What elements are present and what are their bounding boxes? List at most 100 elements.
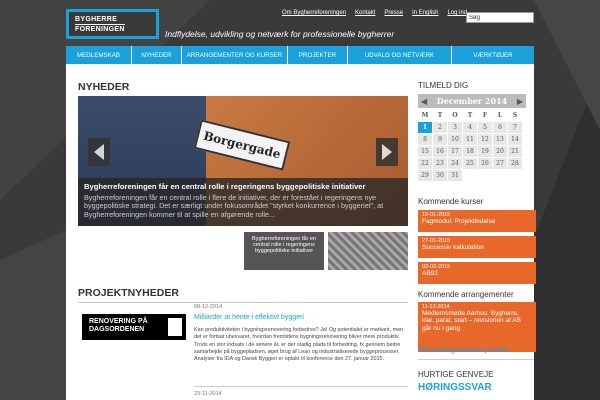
calendar-day[interactable]: 13	[493, 134, 507, 145]
course-title: Fagmodul: Projektledelse	[422, 218, 496, 225]
divider	[418, 359, 534, 360]
calendar-day[interactable]: 29	[418, 170, 432, 181]
calendar-day[interactable]: 20	[493, 146, 507, 157]
course-item[interactable]: 27-01-2015 Successiv kalkulation	[418, 236, 536, 258]
logo-line1: BYGHERRE	[75, 16, 118, 23]
top-link-english[interactable]: In English	[412, 10, 438, 16]
calendar-weekday: M	[418, 110, 432, 121]
calendar-day[interactable]: 9	[433, 134, 447, 145]
calendar-weekday: T	[463, 110, 477, 121]
calendar-day[interactable]: 23	[433, 158, 447, 169]
calendar-day[interactable]: 6	[493, 122, 507, 133]
calendar-day[interactable]: 22	[418, 158, 432, 169]
slider-prev-button[interactable]	[88, 138, 110, 166]
nav-item-tools[interactable]: VÆRKTØJER	[452, 46, 534, 64]
top-link-about[interactable]: Om Bygherreforeningen	[282, 10, 346, 16]
quick-links-heading: HURTIGE GENVEJE	[418, 370, 494, 379]
calendar-day[interactable]: 10	[448, 134, 462, 145]
courses-heading: Kommende kurser	[418, 197, 484, 206]
calendar-day[interactable]: 17	[448, 146, 462, 157]
course-item[interactable]: 19-01-2015 Fagmodul: Projektledelse	[418, 210, 536, 232]
calendar-weekday: L	[493, 110, 507, 121]
project-news-heading: PROJEKTNYHEDER	[78, 287, 179, 299]
project-date: 08-12-2014	[194, 304, 223, 310]
calendar-day[interactable]: 5	[478, 122, 492, 133]
news-slider[interactable]: Borgergade Bygherreforeningen får en cen…	[78, 96, 408, 226]
calendar-day[interactable]: 12	[478, 134, 492, 145]
calendar-day[interactable]: 31	[448, 170, 462, 181]
calendar: ◀ December 2014 ▶ M T O T F L S 1 2 3 4 5 6 7 8 9 10 11 12…	[418, 94, 526, 190]
main-nav: MEDLEMSKAB NYHEDER ARRANGEMENTER OG KURS…	[66, 46, 534, 64]
calendar-day[interactable]: 14	[508, 134, 522, 145]
course-item[interactable]: 03-03-2015 AB92	[418, 262, 536, 284]
nav-item-membership[interactable]: MEDLEMSKAB	[66, 46, 132, 64]
calendar-day[interactable]: 25	[463, 158, 477, 169]
top-links: Om Bygherreforeningen Kontakt Presse In …	[282, 10, 467, 16]
nav-item-events[interactable]: ARRANGEMENTER OG KURSER	[182, 46, 288, 64]
calendar-day[interactable]: 2	[433, 122, 447, 133]
slider-thumb-1[interactable]: Bygherreforeningen får en central rolle …	[244, 232, 324, 270]
project-text: Kan produktiviteten i bygningsrenovering…	[194, 327, 404, 363]
top-link-press[interactable]: Presse	[384, 10, 403, 16]
calendar-empty-cell	[508, 170, 522, 181]
calendar-weekday: T	[433, 110, 447, 121]
calendar-day[interactable]: 18	[463, 146, 477, 157]
calendar-day[interactable]: 28	[508, 158, 522, 169]
calendar-empty-cell	[478, 170, 492, 181]
chevron-right-icon	[382, 144, 392, 160]
logo-line2: FORENINGEN	[75, 24, 125, 33]
calendar-day[interactable]: 21	[508, 146, 522, 157]
nav-item-committees[interactable]: UDVALG OG NETVÆRK	[348, 46, 452, 64]
slide-text: Bygherreforeningen får en central rolle …	[84, 193, 384, 219]
nav-item-projects[interactable]: PROJEKTER	[288, 46, 348, 64]
calendar-weekday: F	[478, 110, 492, 121]
calendar-day[interactable]: 7	[508, 122, 522, 133]
calendar-prev-icon[interactable]: ◀	[421, 96, 427, 106]
calendar-day[interactable]: 19	[478, 146, 492, 157]
thumb-caption: Bygherreforeningen får en central rolle …	[252, 236, 316, 254]
hearings-link[interactable]: HØRINGSSVAR	[418, 382, 492, 393]
divider	[78, 302, 408, 303]
tagline: Indflydelse, udvikling og netværk for pr…	[165, 29, 395, 39]
project-image[interactable]: RENOVERING PÅ DAGSORDENEN	[82, 314, 186, 340]
slide-caption: Bygherreforeningen får en central rolle …	[78, 178, 408, 226]
divider	[194, 386, 408, 387]
calendar-month: December 2014	[436, 96, 508, 106]
main-content: NYHEDER Borgergade Bygherreforeningen få…	[66, 64, 536, 400]
project-title[interactable]: Milliarder at hente i effektivt byggeri	[194, 314, 304, 321]
calendar-empty-cell	[493, 170, 507, 181]
calendar-day[interactable]: 27	[493, 158, 507, 169]
subscribe-heading: TILMELD DIG	[418, 81, 469, 90]
calendar-day[interactable]: 8	[418, 134, 432, 145]
top-link-contact[interactable]: Kontakt	[355, 10, 375, 16]
slider-thumb-2[interactable]	[328, 232, 408, 270]
site-logo[interactable]: BYGHERRE FORENINGEN	[66, 9, 159, 39]
calendar-header: ◀ December 2014 ▶	[418, 94, 526, 108]
calendar-day[interactable]: 11	[463, 134, 477, 145]
calendar-day[interactable]: 4	[463, 122, 477, 133]
calendar-day[interactable]: 24	[448, 158, 462, 169]
calendar-day[interactable]: 30	[433, 170, 447, 181]
search-input[interactable]	[466, 12, 534, 23]
event-title: Medlemsmøde Aarhus: Bygherre, klar, para…	[422, 310, 521, 332]
calendar-weekday: O	[448, 110, 462, 121]
project-date: 23-11-2014	[194, 391, 222, 397]
chevron-left-icon	[94, 144, 104, 160]
calendar-empty-cell	[463, 170, 477, 181]
calendar-day[interactable]: 3	[448, 122, 462, 133]
calendar-day[interactable]: 26	[478, 158, 492, 169]
all-events-link[interactable]: Alle arrangementer på liste	[418, 345, 509, 354]
top-link-login[interactable]: Log ind	[447, 10, 467, 16]
nav-item-news[interactable]: NYHEDER	[132, 46, 182, 64]
calendar-day[interactable]: 16	[433, 146, 447, 157]
calendar-weekday: S	[508, 110, 522, 121]
calendar-next-icon[interactable]: ▶	[517, 96, 523, 106]
slide-title[interactable]: Bygherreforeningen får en central rolle …	[84, 182, 402, 191]
calendar-day[interactable]: 15	[418, 146, 432, 157]
calendar-day[interactable]: 1	[418, 122, 432, 133]
calendar-grid: M T O T F L S 1 2 3 4 5 6 7 8 9 10 11 12 13 14 15 16 17 18 19 20 21…	[418, 110, 526, 181]
news-heading: NYHEDER	[78, 81, 130, 93]
events-heading: Kommende arrangementer	[418, 290, 514, 299]
slider-next-button[interactable]	[376, 138, 398, 166]
course-title: AB92	[422, 270, 438, 277]
